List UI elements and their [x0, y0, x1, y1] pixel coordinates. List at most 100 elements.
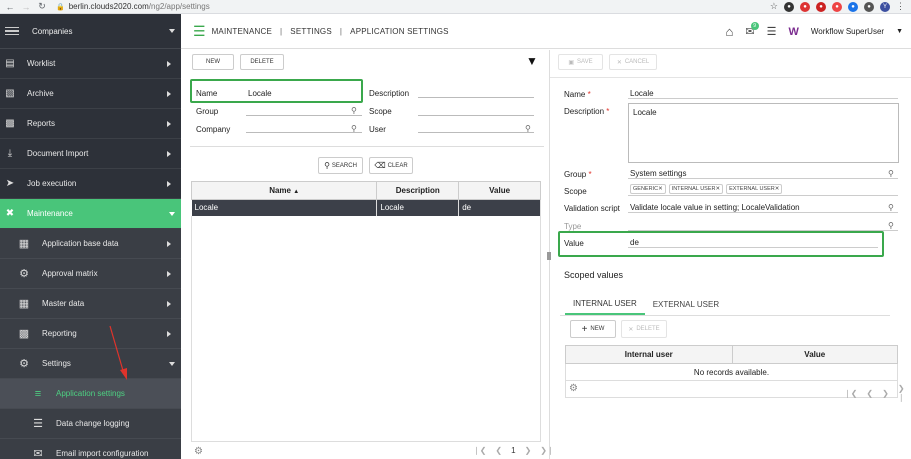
breadcrumb-item-application-settings: APPLICATION SETTINGS — [350, 26, 449, 36]
user-menu[interactable]: Workflow SuperUser — [811, 27, 884, 36]
column-header-value[interactable]: Value — [458, 181, 541, 200]
group-field[interactable]: System settings — [628, 166, 898, 179]
sidebar-item-label: Archive — [27, 89, 54, 98]
gear-icon[interactable]: ⚙ — [569, 383, 578, 394]
chevron-down-icon[interactable]: ▼ — [896, 28, 903, 35]
column-header-name[interactable]: Name ▲ — [190, 181, 378, 200]
chevron-right-icon — [167, 180, 171, 187]
description-filter-input[interactable] — [418, 86, 534, 98]
last-page-icon[interactable]: ❯❘ — [540, 446, 553, 455]
prev-page-icon[interactable]: ❮ — [495, 446, 502, 455]
sidebar-item-application-settings[interactable]: ≡ Application settings — [0, 379, 181, 409]
tab-internal-user[interactable]: INTERNAL USER — [565, 293, 645, 315]
sidebar-item-document-import[interactable]: ⤓ Document Import — [0, 139, 181, 169]
breadcrumb-item-maintenance[interactable]: MAINTENANCE — [212, 27, 272, 36]
home-icon[interactable]: ⌂ — [726, 24, 734, 39]
star-icon[interactable]: ☆ — [770, 1, 778, 12]
scope-chip-generic[interactable]: GENERIC ✕ — [630, 184, 666, 194]
sidebar-item-application-base-data[interactable]: ▦ Application base data — [0, 229, 181, 259]
description-label: Description * — [564, 107, 610, 116]
sidebar-item-maintenance[interactable]: ✖ Maintenance — [0, 199, 181, 229]
scope-filter-input[interactable] — [418, 104, 534, 116]
splitter-handle[interactable] — [547, 252, 551, 260]
column-header-description[interactable]: Description — [376, 181, 460, 200]
header-actions: ⌂ ✉ 9 ☰ W Workflow SuperUser ▼ — [726, 14, 903, 49]
sidebar-item-reporting[interactable]: ▩ Reporting — [0, 319, 181, 349]
search-icon[interactable]: ⚲ — [525, 124, 531, 133]
sidebar-item-label: Reporting — [42, 329, 77, 338]
sidebar-item-job-execution[interactable]: ➤ Job execution — [0, 169, 181, 199]
name-field[interactable]: Locale — [628, 86, 898, 99]
sidebar-item-worklist[interactable]: ▤ Worklist — [0, 49, 181, 79]
sidebar-item-email-import-configuration[interactable]: ✉ Email import configuration — [0, 439, 181, 459]
extension-icon-2[interactable]: ● — [800, 1, 810, 12]
validation-script-field[interactable]: Validate locale value in setting; Locale… — [628, 200, 898, 213]
sidebar-item-settings[interactable]: ⚙ Settings — [0, 349, 181, 379]
search-icon[interactable]: ⚲ — [351, 106, 357, 115]
profile-avatar[interactable]: Y — [880, 1, 890, 12]
extension-icon-6[interactable]: ● — [864, 1, 874, 12]
menu-dots-icon[interactable]: ⋮ — [896, 1, 905, 12]
filter-icon[interactable]: ▼ — [526, 54, 538, 68]
scope-chip-external-user[interactable]: EXTERNAL USER ✕ — [726, 184, 783, 194]
cancel-button[interactable]: ✕ CANCEL — [609, 54, 657, 70]
chevron-right-icon — [167, 60, 171, 67]
column-header-value[interactable]: Value — [731, 345, 898, 364]
sidebar-item-label: Master data — [42, 299, 85, 308]
extension-icon-3[interactable]: ● — [816, 1, 826, 12]
no-records-message: No records available. — [565, 363, 898, 381]
address-bar[interactable]: 🔒 berlin.clouds2020.com/ng2/app/settings — [56, 2, 210, 11]
reload-icon[interactable]: ↻ — [36, 1, 48, 13]
next-page-icon[interactable]: ❯ — [525, 446, 532, 455]
value-field[interactable]: de — [628, 235, 878, 248]
description-field[interactable]: Locale — [628, 103, 899, 163]
delete-button[interactable]: DELETE — [240, 54, 284, 70]
scoped-new-button[interactable]: + NEW — [570, 320, 616, 338]
search-icon[interactable]: ⚲ — [888, 169, 894, 178]
extension-icon-4[interactable]: ● — [832, 1, 842, 12]
next-page-icon[interactable]: ❯ — [882, 389, 889, 398]
forward-icon[interactable]: → — [20, 1, 32, 13]
name-filter-input[interactable]: Locale — [246, 86, 356, 98]
search-icon[interactable]: ⚲ — [888, 221, 894, 230]
group-filter-input[interactable] — [246, 104, 362, 116]
sidebar-item-approval-matrix[interactable]: ⚙ Approval matrix — [0, 259, 181, 289]
hamburger-icon[interactable] — [5, 25, 19, 38]
company-filter-input[interactable] — [246, 121, 362, 133]
chevron-down-icon — [169, 361, 175, 366]
type-field[interactable] — [628, 218, 898, 231]
search-icon[interactable]: ⚲ — [888, 203, 894, 212]
first-page-icon[interactable]: ❘❮ — [473, 446, 486, 455]
breadcrumb-item-settings[interactable]: SETTINGS — [290, 27, 332, 36]
sidebar-item-archive[interactable]: ▧ Archive — [0, 79, 181, 109]
table-row[interactable]: Locale Locale de — [191, 199, 541, 216]
scope-chip-internal-user[interactable]: INTERNAL USER ✕ — [668, 184, 724, 194]
clear-button[interactable]: ⌫ CLEAR — [369, 157, 413, 174]
company-selector[interactable]: Companies — [0, 14, 181, 49]
sidebar-item-data-change-logging[interactable]: ☰ Data change logging — [0, 409, 181, 439]
last-page-icon[interactable]: ❯❘ — [898, 384, 911, 402]
prev-page-icon[interactable]: ❮ — [866, 389, 873, 398]
search-icon[interactable]: ⚲ — [351, 124, 357, 133]
task-list-icon[interactable]: ☰ — [767, 25, 777, 38]
sidebar-item-reports[interactable]: ▩ Reports — [0, 109, 181, 139]
scope-field[interactable]: GENERIC ✕ INTERNAL USER ✕ EXTERNAL USER ✕ — [628, 183, 898, 196]
eraser-icon: ⌫ — [374, 161, 386, 170]
save-button[interactable]: ▣ SAVE — [558, 54, 603, 70]
current-page[interactable]: 1 — [511, 446, 515, 455]
sidebar-item-master-data[interactable]: ▦ Master data — [0, 289, 181, 319]
new-button[interactable]: NEW — [192, 54, 234, 70]
sidebar-item-label: Job execution — [27, 179, 77, 188]
mail-icon[interactable]: ✉ 9 — [745, 22, 759, 38]
user-filter-input[interactable] — [418, 121, 534, 133]
first-page-icon[interactable]: ❘❮ — [844, 389, 857, 398]
column-header-internal-user[interactable]: Internal user — [565, 345, 733, 364]
tab-external-user[interactable]: EXTERNAL USER — [645, 293, 727, 315]
extension-icon-1[interactable]: ● — [784, 1, 794, 12]
back-icon[interactable]: ← — [4, 1, 16, 13]
search-button[interactable]: ⚲ SEARCH — [318, 157, 363, 174]
sidebar-item-label: Email import configuration — [56, 449, 149, 458]
scoped-delete-button[interactable]: ✕ DELETE — [621, 320, 667, 338]
gear-icon[interactable]: ⚙ — [194, 446, 203, 457]
extension-icon-5[interactable]: ● — [848, 1, 858, 12]
